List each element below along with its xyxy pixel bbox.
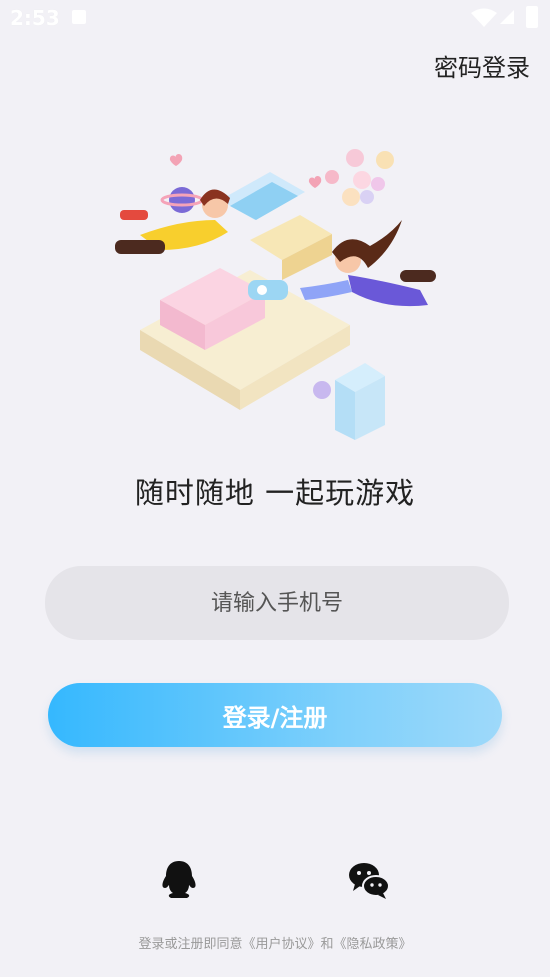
- login-register-button[interactable]: 登录/注册: [48, 683, 502, 747]
- battery-icon: [526, 6, 538, 28]
- password-login-link[interactable]: 密码登录: [434, 48, 530, 83]
- status-bar: 2:53: [0, 0, 550, 38]
- notification-icon: [72, 10, 86, 24]
- qq-icon[interactable]: [157, 858, 201, 902]
- slogan: 随时随地 一起玩游戏: [134, 476, 416, 510]
- wifi-icon: [471, 8, 497, 27]
- agreement-text: 登录或注册即同意《用户协议》和《隐私政策》: [138, 937, 412, 952]
- wechat-icon[interactable]: [347, 858, 391, 902]
- status-time: 2:53: [10, 6, 60, 30]
- signal-icon: [500, 10, 514, 24]
- hero-illustration: [115, 149, 436, 440]
- phone-number-input[interactable]: [45, 566, 509, 640]
